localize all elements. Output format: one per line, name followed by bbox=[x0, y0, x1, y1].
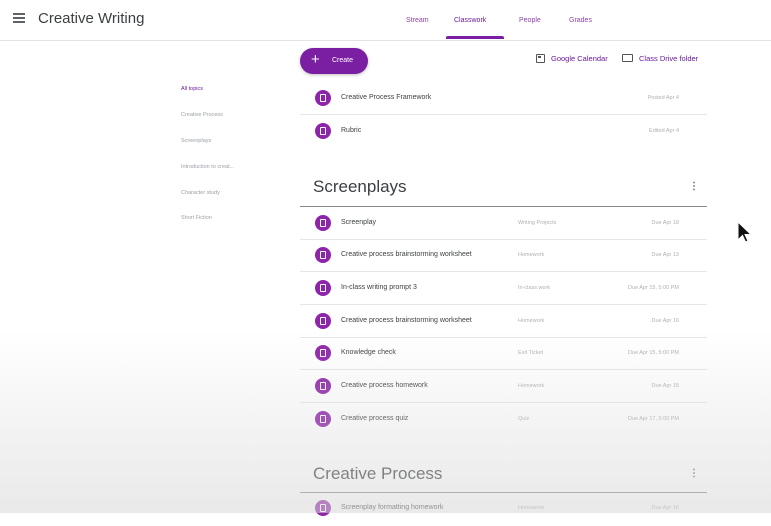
list-item-creative-process-framework[interactable]: Creative Process Framework Posted Apr 4 bbox=[300, 82, 707, 115]
list-item[interactable]: Creative process brainstorming worksheet… bbox=[300, 305, 707, 338]
item-title: Rubric bbox=[341, 127, 362, 134]
item-title: Creative process quiz bbox=[341, 415, 409, 422]
item-due-date: Due Apr 15, 5:00 PM bbox=[627, 285, 679, 291]
list-item[interactable]: In-class writing prompt 3 In-class work … bbox=[300, 272, 707, 305]
list-item[interactable]: Creative process quiz Quiz Due Apr 17, 5… bbox=[300, 403, 707, 435]
folder-icon bbox=[622, 54, 633, 62]
active-tab-indicator bbox=[446, 36, 504, 39]
item-title: Creative process brainstorming worksheet bbox=[341, 251, 472, 258]
assignment-icon bbox=[315, 215, 331, 231]
item-title: Screenplay bbox=[341, 219, 377, 226]
item-title: In-class writing prompt 3 bbox=[341, 284, 417, 291]
calendar-icon bbox=[536, 54, 545, 63]
item-category: Writing Projects bbox=[518, 220, 557, 226]
list-item[interactable]: Screenplay Writing Projects Due Apr 18 bbox=[300, 207, 707, 240]
item-due-date: Due Apr 16 bbox=[651, 505, 679, 511]
item-category: In-class work bbox=[518, 285, 551, 291]
tab-people[interactable]: People bbox=[519, 17, 541, 24]
tab-grades[interactable]: Grades bbox=[569, 17, 592, 24]
plus-icon: + bbox=[311, 51, 320, 68]
list-item[interactable]: Creative process brainstorming worksheet… bbox=[300, 239, 707, 272]
item-category: Homework bbox=[518, 505, 545, 511]
item-due-date: Due Apr 16 bbox=[651, 318, 679, 324]
class-title[interactable]: Creative Writing bbox=[38, 10, 144, 27]
item-title: Creative process homework bbox=[341, 382, 428, 389]
item-title: Creative process brainstorming worksheet bbox=[341, 317, 472, 324]
item-category: Quiz bbox=[518, 416, 530, 422]
topic-screenplays[interactable]: Screenplays bbox=[181, 138, 211, 144]
topic-all-topics[interactable]: All topics bbox=[181, 86, 203, 92]
assignment-icon bbox=[315, 247, 331, 263]
list-item[interactable]: Creative process homework Homework Due A… bbox=[300, 370, 707, 403]
google-calendar-link[interactable]: Google Calendar bbox=[536, 54, 608, 63]
google-calendar-label: Google Calendar bbox=[551, 54, 608, 63]
section-title-screenplays[interactable]: Screenplays bbox=[313, 177, 407, 197]
list-item-rubric[interactable]: Rubric Edited Apr 4 bbox=[300, 115, 707, 147]
mouse-cursor-icon bbox=[737, 221, 753, 243]
item-category: Exit Ticket bbox=[518, 350, 544, 356]
class-drive-folder-label: Class Drive folder bbox=[639, 54, 699, 63]
section-more-icon[interactable]: ⋮ bbox=[689, 181, 699, 192]
tab-stream[interactable]: Stream bbox=[406, 17, 429, 24]
create-button[interactable]: + Create bbox=[300, 48, 368, 74]
item-category: Homework bbox=[518, 252, 545, 258]
assignment-icon bbox=[315, 378, 331, 394]
item-title: Screenplay formatting homework bbox=[341, 504, 444, 511]
material-icon bbox=[315, 123, 331, 139]
assignment-icon bbox=[315, 280, 331, 296]
class-drive-folder-link[interactable]: Class Drive folder bbox=[622, 54, 698, 63]
assignment-icon bbox=[315, 313, 331, 329]
item-due-date: Due Apr 15 bbox=[651, 383, 679, 389]
assignment-icon bbox=[315, 411, 331, 427]
item-due-date: Due Apr 15, 5:00 PM bbox=[627, 350, 679, 356]
topic-introduction[interactable]: Introduction to creat... bbox=[181, 164, 234, 170]
section-divider bbox=[300, 492, 707, 493]
item-date: Edited Apr 4 bbox=[649, 128, 679, 134]
tab-classwork[interactable]: Classwork bbox=[454, 17, 486, 24]
list-item[interactable]: Screenplay formatting homework Homework … bbox=[300, 494, 707, 526]
item-due-date: Due Apr 13 bbox=[651, 252, 679, 258]
list-item[interactable]: Knowledge check Exit Ticket Due Apr 15, … bbox=[300, 337, 707, 370]
item-due-date: Due Apr 18 bbox=[651, 220, 679, 226]
topic-character-study[interactable]: Character study bbox=[181, 190, 220, 196]
item-title: Knowledge check bbox=[341, 349, 396, 356]
item-title: Creative Process Framework bbox=[341, 94, 432, 101]
item-due-date: Due Apr 17, 5:00 PM bbox=[627, 416, 679, 422]
topic-short-fiction[interactable]: Short Fiction bbox=[181, 215, 212, 221]
item-category: Homework bbox=[518, 383, 545, 389]
material-icon bbox=[315, 90, 331, 106]
create-button-label: Create bbox=[332, 57, 354, 64]
section-title-creative-process[interactable]: Creative Process bbox=[313, 464, 442, 484]
assignment-icon bbox=[315, 500, 331, 516]
item-category: Homework bbox=[518, 318, 545, 324]
item-date: Posted Apr 4 bbox=[647, 95, 680, 101]
top-app-bar: Creative Writing Stream Classwork People… bbox=[0, 0, 771, 41]
hamburger-menu-icon[interactable] bbox=[13, 13, 25, 23]
question-icon bbox=[315, 345, 331, 361]
section-more-icon[interactable]: ⋮ bbox=[689, 468, 699, 479]
topic-creative-process[interactable]: Creative Process bbox=[181, 112, 223, 118]
